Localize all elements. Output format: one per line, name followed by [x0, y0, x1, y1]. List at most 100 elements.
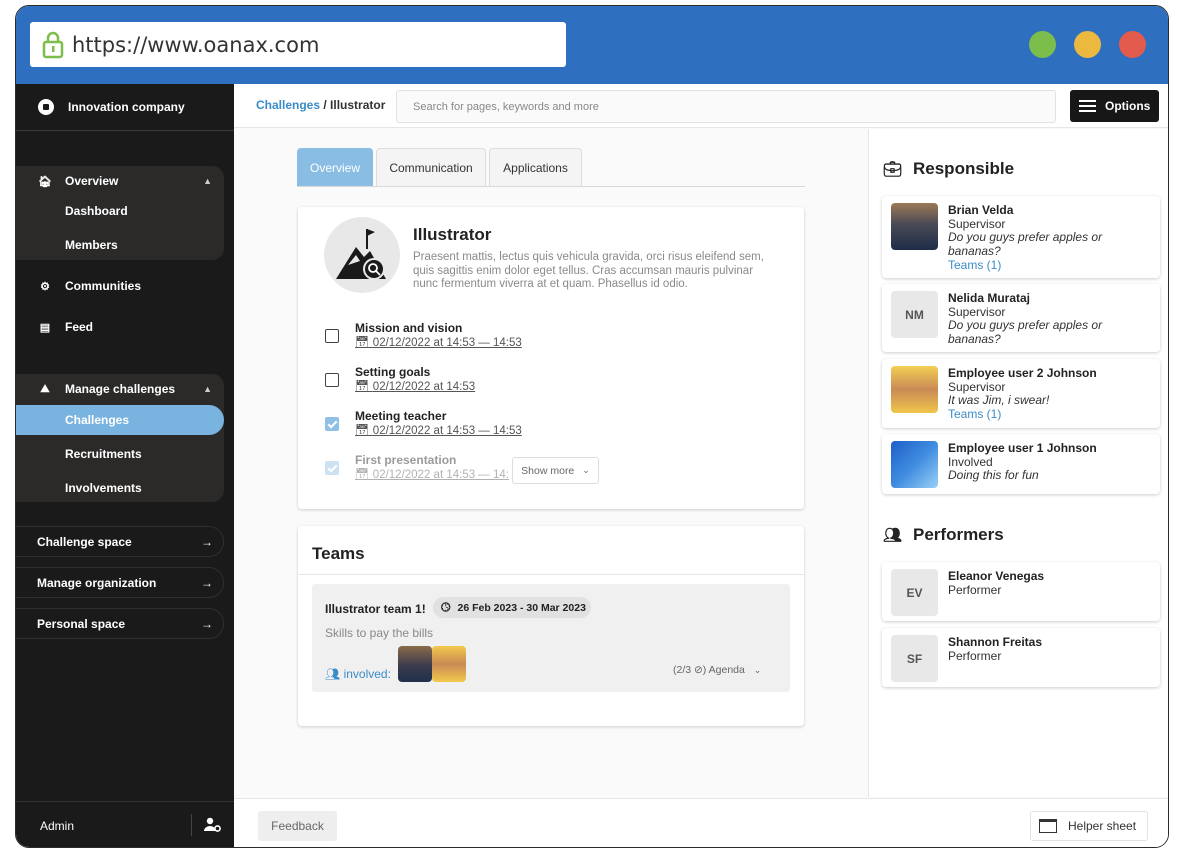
sidebar-item-personal-space[interactable]: Personal space →: [16, 608, 224, 639]
company-name: Innovation company: [68, 100, 185, 114]
teams-divider: [298, 574, 804, 575]
person-card[interactable]: SF Shannon Freitas Performer: [882, 628, 1160, 687]
teams-card: Teams Illustrator team 1! 🕓︎ 26 Feb 2023…: [298, 526, 804, 726]
green-window-dot[interactable]: [1029, 31, 1056, 58]
options-button[interactable]: Options: [1070, 90, 1159, 122]
tab-applications[interactable]: Applications: [489, 148, 582, 186]
team-involved-label: 👥︎ involved:: [325, 667, 391, 681]
person-name: Employee user 2 Johnson: [948, 366, 1097, 380]
url-text: https://www.oanax.com: [72, 32, 320, 57]
admin-bar: Admin: [16, 801, 234, 847]
task-checkbox[interactable]: [325, 417, 339, 431]
feed-icon: ▤: [39, 321, 51, 334]
menu-icon: [1079, 100, 1096, 112]
avatar[interactable]: [398, 646, 432, 682]
chevron-up-icon: ▲: [203, 384, 212, 394]
breadcrumb-separator: /: [320, 98, 331, 112]
sidebar-item-manage-organization[interactable]: Manage organization →: [16, 567, 224, 598]
sidebar: Innovation company 🏠︎ Overview ▲ Dashboa…: [16, 84, 234, 847]
mountain-flag-icon: [336, 229, 386, 280]
person-card[interactable]: Employee user 2 Johnson Supervisor It wa…: [882, 359, 1160, 428]
sidebar-item-members[interactable]: Members: [16, 230, 224, 260]
tab-communication[interactable]: Communication: [376, 148, 486, 186]
task-date[interactable]: 📅︎ 02/12/2022 at 14:53 — 14:: [355, 467, 509, 481]
sidebar-item-dashboard[interactable]: Dashboard: [16, 196, 224, 226]
tab-bar: Overview Communication Applications: [297, 148, 805, 187]
helper-sheet-button[interactable]: Helper sheet: [1030, 811, 1148, 841]
yellow-window-dot[interactable]: [1074, 31, 1101, 58]
person-teams-link[interactable]: Teams (1): [948, 258, 1001, 272]
main-area: Challenges / Illustrator Search for page…: [234, 84, 1168, 847]
task-checkbox[interactable]: [325, 461, 339, 475]
person-quote: It was Jim, i swear!: [948, 393, 1050, 407]
person-quote: Do you guys prefer apples or bananas?: [948, 230, 1103, 258]
search-input[interactable]: Search for pages, keywords and more: [396, 90, 1056, 123]
sidebar-item-feed[interactable]: ▤ Feed: [16, 312, 224, 342]
avatar[interactable]: [432, 646, 466, 682]
arrow-right-icon: →: [201, 575, 213, 590]
task-date[interactable]: 📅︎ 02/12/2022 at 14:53 — 14:53: [355, 335, 522, 349]
task-item: Meeting teacher 📅︎ 02/12/2022 at 14:53 —…: [323, 409, 743, 443]
task-title: Meeting teacher: [355, 409, 447, 423]
person-name: Brian Velda: [948, 203, 1014, 217]
person-role: Supervisor: [948, 305, 1006, 319]
task-date[interactable]: 📅︎ 02/12/2022 at 14:53: [355, 379, 475, 393]
admin-settings-icon[interactable]: [204, 816, 222, 834]
avatar: [891, 366, 938, 413]
task-title: First presentation: [355, 453, 457, 467]
person-name: Shannon Freitas: [948, 635, 1043, 649]
challenge-title: Illustrator: [413, 225, 492, 244]
task-checkbox[interactable]: [325, 329, 339, 343]
admin-divider: [191, 814, 192, 836]
arrow-right-icon: →: [201, 616, 213, 631]
team-item[interactable]: Illustrator team 1! 🕓︎ 26 Feb 2023 - 30 …: [312, 584, 790, 692]
avatar: EV: [891, 569, 938, 616]
red-window-dot[interactable]: [1119, 31, 1146, 58]
show-more-button[interactable]: Show more ⌄: [512, 457, 599, 484]
sidebar-item-manage-challenges[interactable]: ⛰︎ Manage challenges ▲: [16, 374, 224, 404]
task-title: Mission and vision: [355, 321, 463, 335]
person-teams-link[interactable]: Teams (1): [948, 407, 1001, 421]
sidebar-item-challenge-space[interactable]: Challenge space →: [16, 526, 224, 557]
task-date[interactable]: 📅︎ 02/12/2022 at 14:53 — 14:53: [355, 423, 522, 437]
person-card[interactable]: Brian Velda Supervisor Do you guys prefe…: [882, 196, 1160, 278]
agenda-dropdown[interactable]: (2/3 ⊘) Agenda ⌄: [673, 664, 761, 676]
challenge-description: Praesent mattis, lectus quis vehicula gr…: [413, 251, 764, 290]
task-checkbox[interactable]: [325, 373, 339, 387]
person-card[interactable]: NM Nelida Murataj Supervisor Do you guys…: [882, 284, 1160, 352]
sidebar-item-recruitments[interactable]: Recruitments: [16, 439, 224, 469]
person-card[interactable]: Employee user 1 Johnson Involved Doing t…: [882, 434, 1160, 494]
chevron-down-icon: ⌄: [582, 465, 590, 475]
lock-icon: [42, 31, 64, 58]
avatar: NM: [891, 291, 938, 338]
breadcrumb-challenges-link[interactable]: Challenges: [256, 98, 320, 112]
avatar: [891, 441, 938, 488]
admin-label[interactable]: Admin: [40, 819, 74, 833]
feedback-button[interactable]: Feedback: [258, 811, 337, 841]
home-icon: 🏠︎: [38, 175, 52, 188]
clock-icon: 🕓︎: [441, 600, 451, 614]
right-panel: 💼︎ Responsible Brian Velda Supervisor Do…: [868, 129, 1168, 797]
window-icon: [1039, 819, 1057, 833]
url-bar[interactable]: https://www.oanax.com: [30, 22, 566, 67]
sidebar-item-involvements[interactable]: Involvements: [16, 473, 224, 503]
content-panel: Overview Communication Applications Illu…: [234, 129, 868, 797]
performers-title: 👥︎ Performers: [883, 525, 1004, 544]
team-name: Illustrator team 1!: [325, 602, 426, 616]
sidebar-item-overview[interactable]: 🏠︎ Overview ▲: [16, 166, 224, 196]
sidebar-item-challenges[interactable]: Challenges: [16, 405, 224, 435]
person-role: Performer: [948, 649, 1002, 663]
browser-bar: https://www.oanax.com: [16, 6, 1168, 84]
team-skills: Skills to pay the bills: [325, 626, 434, 640]
company-switcher[interactable]: Innovation company: [38, 96, 185, 118]
bottom-bar: Feedback Helper sheet: [234, 798, 1168, 847]
teams-title: Teams: [312, 544, 365, 563]
avatar: SF: [891, 635, 938, 682]
person-name: Eleanor Venegas: [948, 569, 1045, 583]
person-card[interactable]: EV Eleanor Venegas Performer: [882, 562, 1160, 621]
tab-overview[interactable]: Overview: [297, 148, 373, 186]
task-item: Setting goals 📅︎ 02/12/2022 at 14:53: [323, 365, 743, 399]
avatar: [891, 203, 938, 250]
sidebar-item-communities[interactable]: ⚙︎ Communities: [16, 271, 224, 301]
people-icon: 👥︎: [325, 667, 341, 681]
